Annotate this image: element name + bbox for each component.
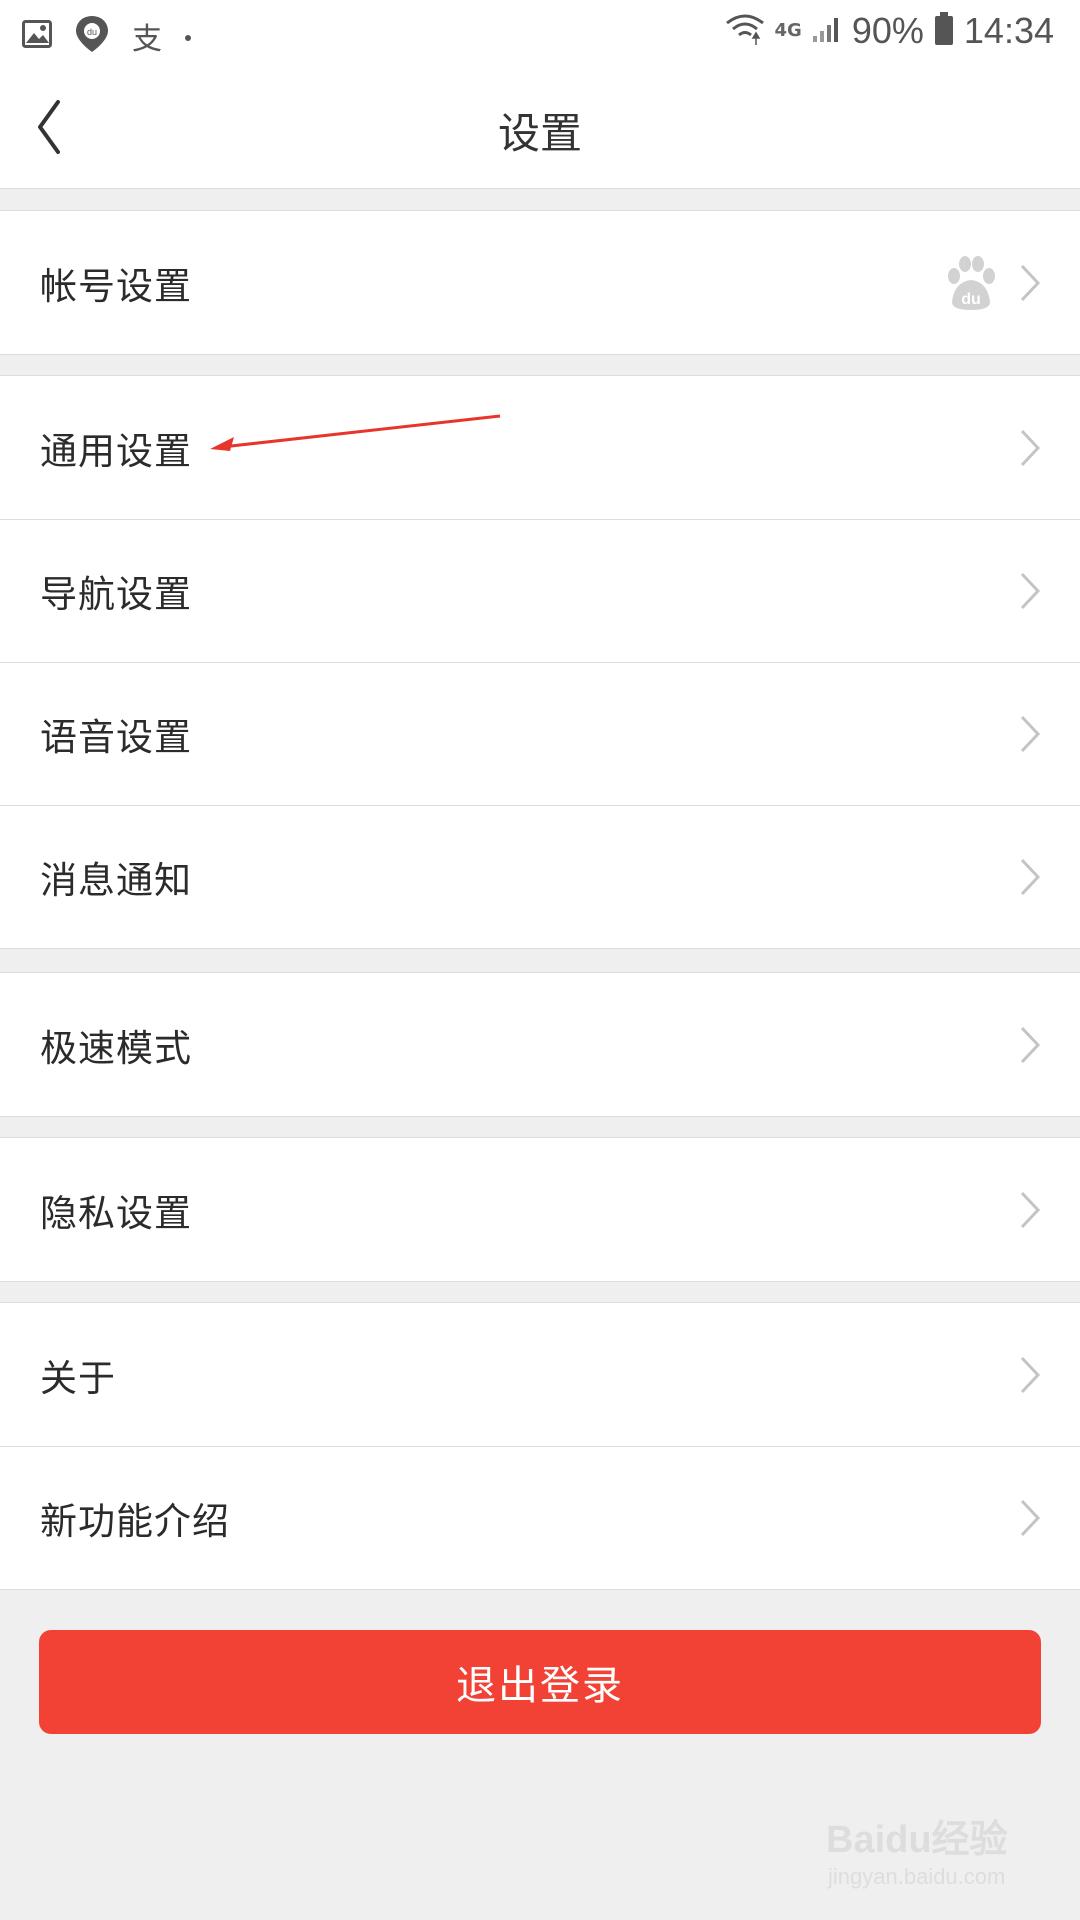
settings-group-privacy: 隐私设置: [0, 1137, 1080, 1282]
baidu-paw-icon: du: [948, 255, 995, 310]
chevron-right-icon: [1020, 715, 1041, 752]
settings-item-label: 通用设置: [40, 429, 192, 473]
watermark-url: jingyan.baidu.com: [828, 1864, 1006, 1889]
nav-bar: 设置: [0, 66, 1080, 189]
chevron-right-icon: [1020, 1191, 1041, 1228]
settings-item-privacy[interactable]: 隐私设置: [0, 1138, 1080, 1281]
settings-item-label: 隐私设置: [40, 1191, 192, 1235]
chevron-right-icon: [1020, 264, 1041, 301]
signal-icon: [812, 14, 842, 48]
logout-button[interactable]: 退出登录: [39, 1630, 1041, 1734]
settings-item-general[interactable]: 通用设置: [0, 376, 1080, 519]
svg-text:du: du: [961, 291, 981, 308]
status-bar: du 支 4G 90% 14:34: [0, 0, 1080, 66]
battery-percent: 90%: [851, 10, 924, 51]
chevron-right-icon: [1020, 572, 1041, 609]
settings-item-label: 极速模式: [40, 1026, 192, 1070]
wifi-icon: [725, 12, 765, 50]
battery-icon: [934, 12, 954, 50]
settings-item-label: 帐号设置: [40, 264, 192, 308]
settings-group-about: 关于 新功能介绍: [0, 1302, 1080, 1590]
settings-item-label: 新功能介绍: [40, 1499, 230, 1543]
settings-group-speed: 极速模式: [0, 972, 1080, 1117]
settings-item-label: 消息通知: [40, 858, 192, 902]
settings-group-account: 帐号设置 du: [0, 210, 1080, 355]
settings-item-about[interactable]: 关于: [0, 1303, 1080, 1446]
chevron-right-icon: [1020, 1356, 1041, 1393]
chevron-right-icon: [1020, 429, 1041, 466]
svg-text:du: du: [87, 27, 97, 37]
clock: 14:34: [963, 10, 1054, 51]
settings-item-voice[interactable]: 语音设置: [0, 662, 1080, 805]
watermark: Baidu经验 jingyan.baidu.com: [826, 1808, 1036, 1898]
settings-group-main: 通用设置 导航设置 语音设置 消息通知: [0, 375, 1080, 949]
chevron-right-icon: [1020, 858, 1041, 895]
settings-item-account[interactable]: 帐号设置 du: [0, 211, 1080, 354]
dot-icon: [184, 27, 192, 46]
gallery-icon: [22, 20, 52, 52]
watermark-brand: Baidu经验: [826, 1819, 1008, 1861]
settings-item-navigation[interactable]: 导航设置: [0, 519, 1080, 662]
network-type: 4G: [774, 20, 802, 41]
settings-item-notifications[interactable]: 消息通知: [0, 805, 1080, 948]
settings-item-label: 语音设置: [40, 715, 192, 759]
annotation-arrow-icon: [210, 414, 501, 451]
chevron-right-icon: [1020, 1499, 1041, 1536]
settings-item-new-features[interactable]: 新功能介绍: [0, 1446, 1080, 1589]
settings-item-speed-mode[interactable]: 极速模式: [0, 973, 1080, 1116]
settings-item-label: 导航设置: [40, 572, 192, 616]
chevron-right-icon: [1020, 1026, 1041, 1063]
alipay-icon: 支: [132, 22, 162, 57]
baidu-map-icon: du: [74, 15, 110, 57]
page-title: 设置: [497, 109, 582, 158]
settings-item-label: 关于: [40, 1356, 116, 1400]
